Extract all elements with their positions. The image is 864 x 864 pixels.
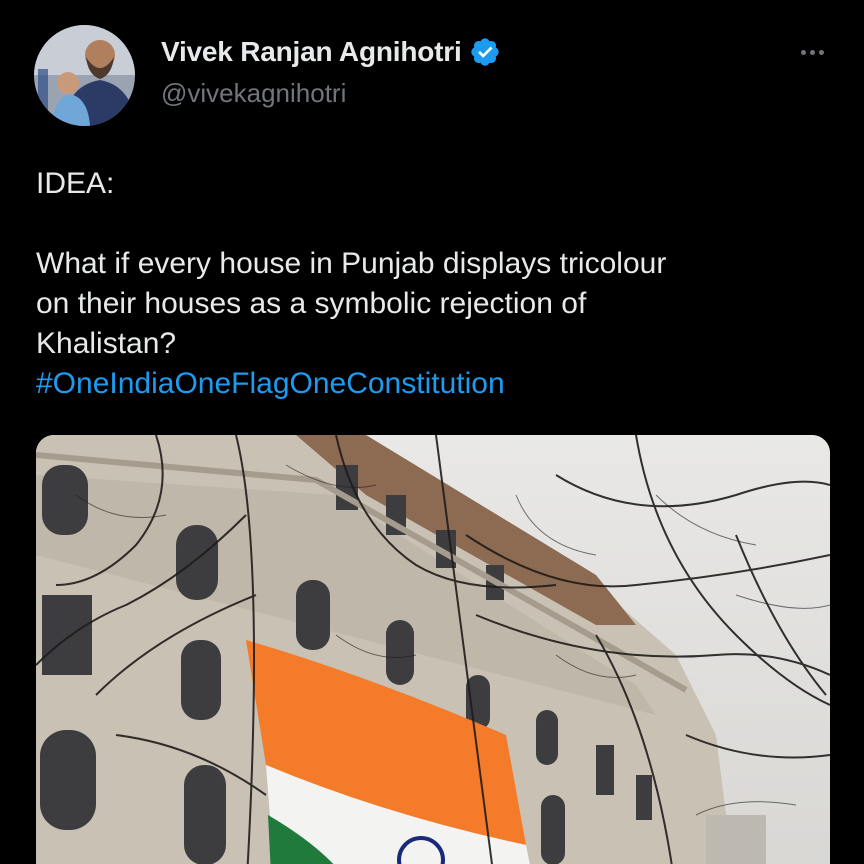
photo-building-flag-icon bbox=[36, 435, 830, 864]
tweet-media-photo[interactable] bbox=[36, 435, 830, 864]
more-options-button[interactable] bbox=[788, 34, 836, 70]
more-horizontal-icon bbox=[800, 49, 824, 55]
tweet: Vivek Ranjan Agnihotri @vivekagnihotri I… bbox=[0, 0, 864, 864]
verified-badge-icon bbox=[469, 36, 501, 68]
tweet-text-line: What if every house in Punjab displays t… bbox=[36, 247, 667, 280]
author-name-row: Vivek Ranjan Agnihotri bbox=[161, 32, 501, 72]
tweet-text-line: Khalistan? bbox=[36, 327, 177, 360]
hashtag-link[interactable]: #OneIndiaOneFlagOneConstitution bbox=[36, 367, 505, 400]
avatar-photo-icon bbox=[34, 25, 135, 126]
tweet-text-line: IDEA: bbox=[36, 167, 115, 200]
author-display-name[interactable]: Vivek Ranjan Agnihotri bbox=[161, 36, 462, 68]
tweet-text: IDEA: What if every house in Punjab disp… bbox=[36, 164, 836, 404]
author-handle[interactable]: @vivekagnihotri bbox=[161, 78, 346, 109]
tweet-text-line: on their houses as a symbolic rejection … bbox=[36, 287, 587, 320]
author-avatar[interactable] bbox=[34, 25, 135, 126]
